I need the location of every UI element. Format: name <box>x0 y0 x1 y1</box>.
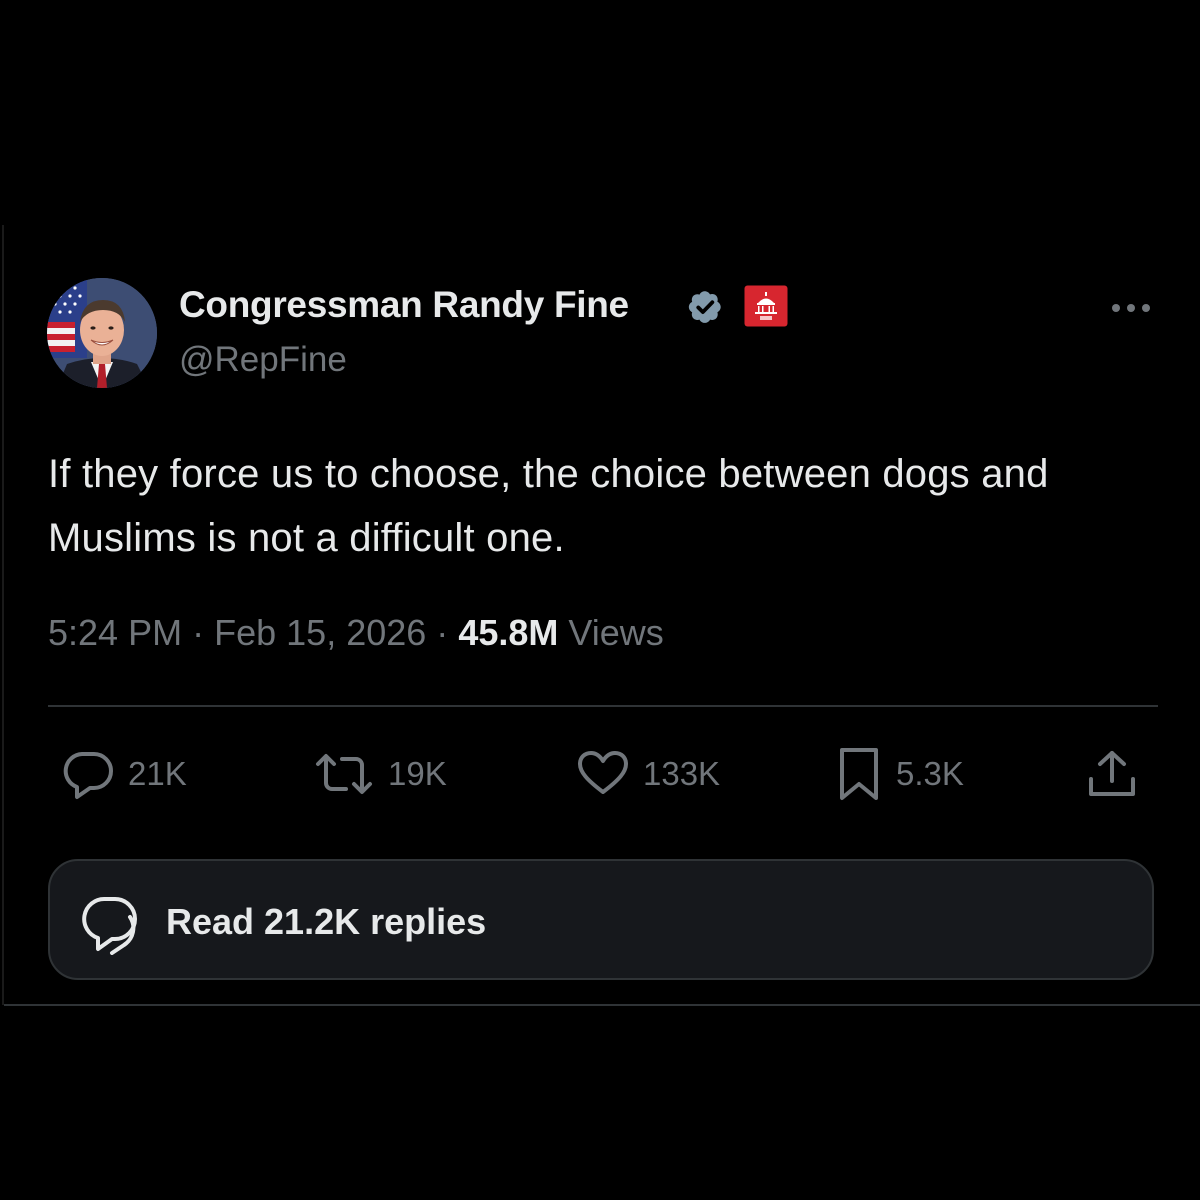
reply-bubble-icon <box>63 752 113 799</box>
repost-button[interactable]: 19K <box>312 748 447 800</box>
tweet-detail: Congressman Randy Fine @RepFine If they … <box>0 0 1200 1200</box>
like-count: 133K <box>643 755 721 792</box>
avatar[interactable] <box>47 278 157 388</box>
author-handle[interactable]: @RepFine <box>179 340 347 380</box>
tweet-meta: 5:24 PM · Feb 15, 2026 · 45.8M Views <box>48 612 664 654</box>
conversation-bubbles-icon <box>82 896 137 955</box>
left-border <box>2 225 4 1005</box>
views-label: Views <box>568 612 664 653</box>
views-count[interactable]: 45.8M <box>458 612 558 653</box>
meta-separator: · <box>192 612 205 653</box>
avatar-image <box>47 278 157 388</box>
share-upload-icon <box>1089 751 1135 796</box>
reply-button[interactable]: 21K <box>60 748 187 800</box>
tweet-text: If they force us to choose, the choice b… <box>48 452 1049 560</box>
like-button[interactable]: 133K <box>575 748 720 800</box>
read-replies-label: Read 21.2K replies <box>166 901 487 942</box>
repost-count: 19K <box>388 755 447 792</box>
bookmark-icon <box>840 748 878 800</box>
meta-separator: · <box>436 612 449 653</box>
tweet-time[interactable]: 5:24 PM <box>48 612 182 653</box>
more-horizontal-icon[interactable] <box>1108 297 1154 319</box>
bookmark-button[interactable]: 5.3K <box>834 748 964 800</box>
verified-badge-icon[interactable] <box>685 286 727 328</box>
heart-icon <box>578 751 628 794</box>
reply-count: 21K <box>128 755 187 792</box>
tweet-date[interactable]: Feb 15, 2026 <box>214 612 426 653</box>
read-replies-button[interactable]: Read 21.2K replies <box>48 859 1154 980</box>
bookmark-count: 5.3K <box>896 755 964 792</box>
capitol-affiliation-icon[interactable] <box>744 285 788 327</box>
share-button[interactable] <box>1084 748 1140 800</box>
repost-icon <box>316 754 372 794</box>
author-display-name[interactable]: Congressman Randy Fine <box>179 284 629 326</box>
bottom-divider <box>4 1004 1200 1006</box>
divider <box>48 705 1158 707</box>
